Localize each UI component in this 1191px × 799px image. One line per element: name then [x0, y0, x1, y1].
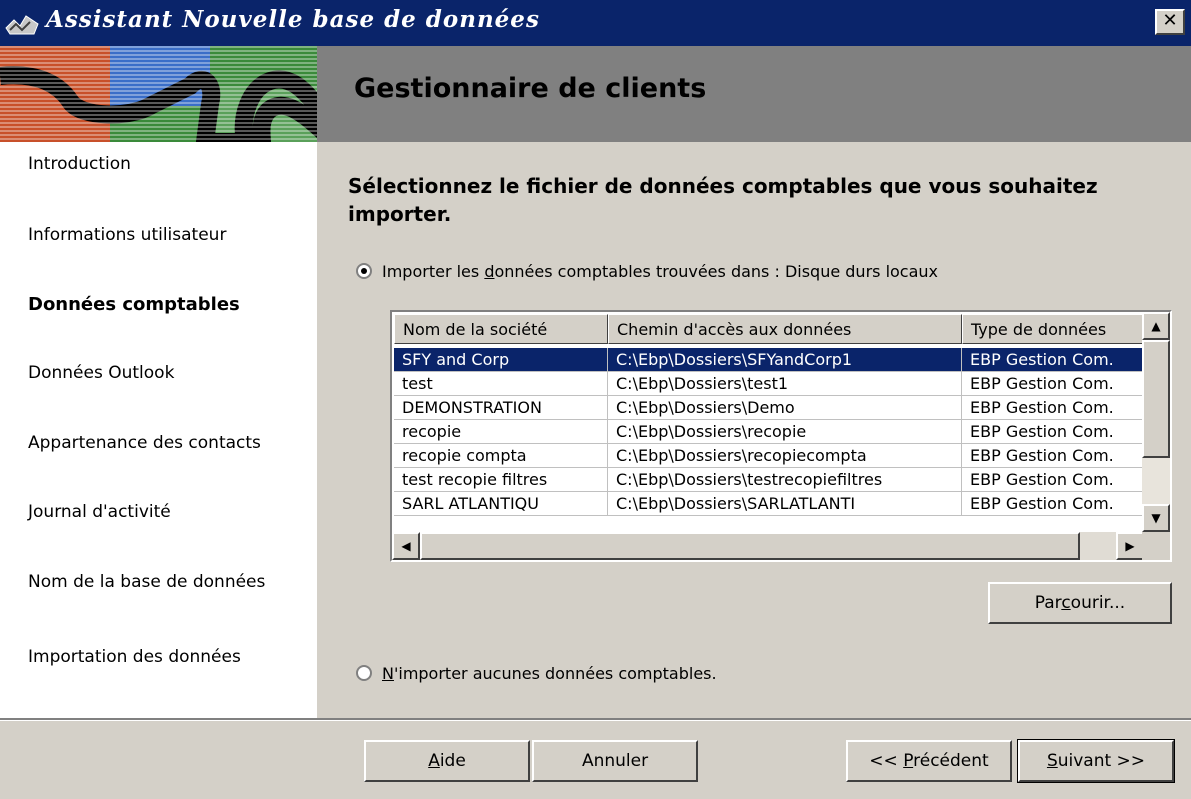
scroll-track-vertical[interactable]: [1142, 458, 1170, 504]
banner: Gestionnaire de clients: [317, 46, 1191, 142]
cell-chemin: C:\Ebp\Dossiers\test1: [608, 372, 962, 396]
cell-societe: recopie compta: [394, 444, 608, 468]
cell-societe: SFY and Corp: [394, 348, 608, 372]
table-row[interactable]: recopie C:\Ebp\Dossiers\recopie EBP Gest…: [394, 420, 1144, 444]
scroll-right-icon[interactable]: ▶: [1116, 532, 1144, 560]
step-importation: Importation des données: [28, 647, 241, 667]
cell-type: EBP Gestion Com.: [962, 372, 1144, 396]
instruction-heading: Sélectionnez le fichier de données compt…: [348, 174, 1098, 226]
step-donnees-comptables: Données comptables: [28, 294, 240, 315]
cell-type: EBP Gestion Com.: [962, 468, 1144, 492]
browse-button[interactable]: Parcourir...: [988, 582, 1172, 624]
cell-chemin: C:\Ebp\Dossiers\Demo: [608, 396, 962, 420]
list-body: Nom de la société Chemin d'accès aux don…: [392, 312, 1144, 532]
page-title: Gestionnaire de clients: [354, 73, 707, 104]
close-icon[interactable]: ✕: [1155, 9, 1185, 35]
wizard-icon: [5, 15, 39, 35]
company-list[interactable]: Nom de la société Chemin d'accès aux don…: [390, 310, 1172, 562]
table-row[interactable]: SARL ATLANTIQU C:\Ebp\Dossiers\SARLATLAN…: [394, 492, 1144, 516]
step-journal-activite: Journal d'activité: [28, 502, 171, 522]
column-header-type[interactable]: Type de données: [962, 314, 1144, 344]
cell-chemin: C:\Ebp\Dossiers\recopiecompta: [608, 444, 962, 468]
radio-import[interactable]: [356, 263, 372, 279]
cell-chemin: C:\Ebp\Dossiers\SFYandCorp1: [608, 348, 962, 372]
cell-societe: test recopie filtres: [394, 468, 608, 492]
cell-societe: recopie: [394, 420, 608, 444]
table-row[interactable]: test recopie filtres C:\Ebp\Dossiers\tes…: [394, 468, 1144, 492]
window-title: Assistant Nouvelle base de données: [46, 6, 540, 33]
cell-type: EBP Gestion Com.: [962, 348, 1144, 372]
cell-societe: SARL ATLANTIQU: [394, 492, 608, 516]
step-introduction: Introduction: [28, 154, 131, 174]
step-appartenance-contacts: Appartenance des contacts: [28, 433, 261, 453]
cell-type: EBP Gestion Com.: [962, 492, 1144, 516]
table-row[interactable]: recopie compta C:\Ebp\Dossiers\recopieco…: [394, 444, 1144, 468]
vertical-scrollbar[interactable]: ▲ ▼: [1142, 312, 1170, 532]
step-nom-base: Nom de la base de données: [28, 572, 266, 592]
scroll-thumb-horizontal[interactable]: [420, 532, 1080, 560]
horizontal-scrollbar[interactable]: ◀ ▶: [392, 532, 1144, 560]
cell-societe: DEMONSTRATION: [394, 396, 608, 420]
cell-chemin: C:\Ebp\Dossiers\SARLATLANTI: [608, 492, 962, 516]
scroll-corner: [1142, 532, 1170, 560]
banner-logo: [0, 46, 317, 142]
help-button[interactable]: Aide: [364, 740, 530, 782]
option-none-row[interactable]: N'importer aucunes données comptables.: [356, 664, 717, 683]
footer-divider: [0, 718, 1191, 721]
table-row[interactable]: test C:\Ebp\Dossiers\test1 EBP Gestion C…: [394, 372, 1144, 396]
option-import-row[interactable]: Importer les données comptables trouvées…: [356, 262, 938, 281]
cell-type: EBP Gestion Com.: [962, 396, 1144, 420]
step-informations-utilisateur: Informations utilisateur: [28, 225, 227, 245]
cell-chemin: C:\Ebp\Dossiers\testrecopiefiltres: [608, 468, 962, 492]
title-bar[interactable]: Assistant Nouvelle base de données ✕: [0, 0, 1191, 46]
table-row[interactable]: SFY and Corp C:\Ebp\Dossiers\SFYandCorp1…: [394, 348, 1144, 372]
option-import-label: Importer les données comptables trouvées…: [382, 262, 939, 281]
scroll-left-icon[interactable]: ◀: [392, 532, 420, 560]
scroll-up-icon[interactable]: ▲: [1142, 312, 1170, 340]
scroll-down-icon[interactable]: ▼: [1142, 504, 1170, 532]
previous-button[interactable]: << Précédent: [846, 740, 1012, 782]
cell-type: EBP Gestion Com.: [962, 420, 1144, 444]
cell-type: EBP Gestion Com.: [962, 444, 1144, 468]
radio-no-import[interactable]: [356, 665, 372, 681]
scroll-thumb-vertical[interactable]: [1142, 340, 1170, 458]
steps-panel: Introduction Informations utilisateur Do…: [0, 142, 317, 718]
column-header-chemin[interactable]: Chemin d'accès aux données: [608, 314, 962, 344]
wizard-window: Assistant Nouvelle base de données ✕ Ges…: [0, 0, 1191, 799]
cell-chemin: C:\Ebp\Dossiers\recopie: [608, 420, 962, 444]
step-donnees-outlook: Données Outlook: [28, 363, 175, 383]
option-none-label: N'importer aucunes données comptables.: [382, 664, 717, 683]
cancel-button[interactable]: Annuler: [532, 740, 698, 782]
column-header-societe[interactable]: Nom de la société: [394, 314, 608, 344]
table-row[interactable]: DEMONSTRATION C:\Ebp\Dossiers\Demo EBP G…: [394, 396, 1144, 420]
cell-societe: test: [394, 372, 608, 396]
list-header: Nom de la société Chemin d'accès aux don…: [394, 314, 1144, 344]
next-button[interactable]: Suivant >>: [1017, 739, 1175, 783]
